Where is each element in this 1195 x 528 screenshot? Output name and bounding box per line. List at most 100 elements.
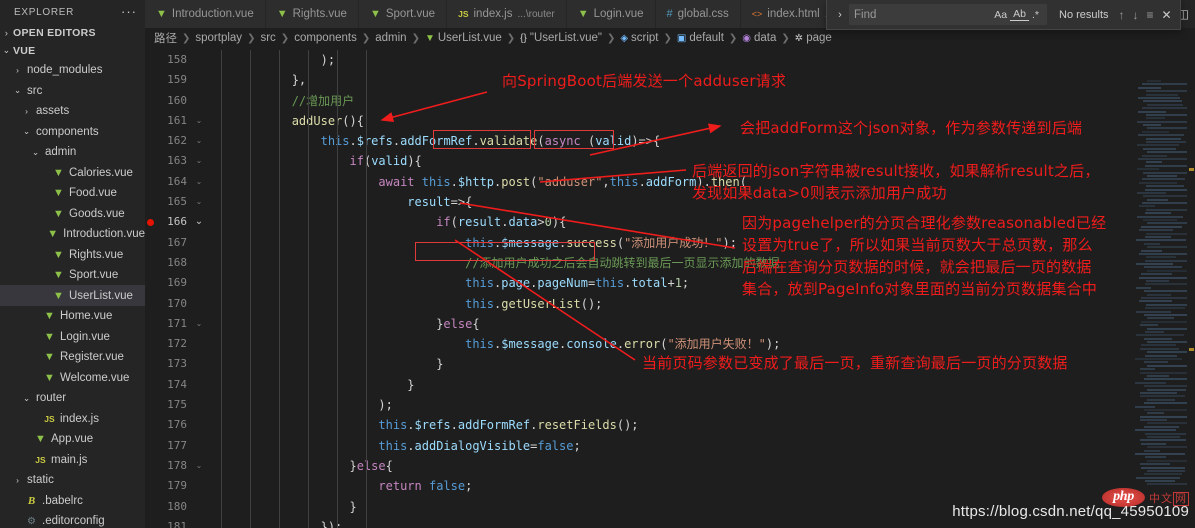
fold-chevron-icon[interactable]: ⌄ — [193, 172, 205, 192]
fold-chevron-icon[interactable]: ⌄ — [193, 192, 205, 212]
twisty-icon[interactable]: › — [11, 65, 24, 75]
fold-chevron-icon[interactable]: ⌄ — [193, 456, 205, 476]
file-tree-item[interactable]: ›▼ UserList.vue — [0, 285, 145, 306]
editor-tab[interactable]: ▼ Sport.vue — [358, 0, 448, 28]
minimap-line — [1140, 391, 1177, 394]
file-tree-item-label: src — [27, 84, 43, 97]
file-tree-item[interactable]: ›▼ Food.vue — [0, 183, 145, 204]
breadcrumb-item[interactable]: {} "UserList.vue" — [520, 32, 602, 44]
file-tree-item[interactable]: ›▼ Rights.vue — [0, 244, 145, 265]
minimap-line — [1144, 307, 1185, 310]
file-tree-item[interactable]: ›▼ Introduction.vue — [0, 224, 145, 245]
breadcrumb-item-label: src — [260, 32, 276, 44]
fold-chevron-icon[interactable]: ⌄ — [193, 111, 205, 131]
breadcrumb-item[interactable]: components — [294, 32, 357, 44]
file-tree-item[interactable]: ⌄ components — [0, 121, 145, 142]
editor-tab[interactable]: ▼ Login.vue — [566, 0, 656, 28]
breadcrumb[interactable]: 路径 ❯ sportplay ❯ src ❯ components ❯ admin ❯ ▼ UserL… — [145, 28, 1195, 48]
find-input[interactable]: Find Aa Ab .* — [849, 4, 1047, 25]
file-tree-item[interactable]: ›▼ Calories.vue — [0, 162, 145, 183]
gear-icon: ⚙ — [27, 515, 36, 527]
find-widget[interactable]: › Find Aa Ab .* No results ↑ ↓ ≡ ✕ — [826, 0, 1181, 30]
editor-tab-path-hint: ...\router — [517, 8, 555, 20]
match-case-icon[interactable]: Aa — [991, 9, 1010, 21]
breadcrumb-item[interactable]: ✲ page — [795, 32, 832, 44]
explorer-more-icon[interactable]: ··· — [121, 5, 137, 18]
chevron-down-icon: ⌄ — [2, 45, 11, 56]
line-number: 174 — [167, 377, 187, 391]
file-tree-item[interactable]: ›▼ Register.vue — [0, 347, 145, 368]
minimap-line — [1146, 222, 1189, 225]
editor-tab[interactable]: ▼ Introduction.vue — [145, 0, 266, 28]
minimap-line — [1136, 191, 1167, 194]
breadcrumb-item[interactable]: 路径 — [154, 30, 177, 46]
breadcrumb-item-label: script — [631, 32, 659, 44]
breadcrumb-item[interactable]: sportplay — [195, 32, 242, 44]
scrollbar-vertical[interactable] — [1187, 48, 1195, 528]
file-tree-item[interactable]: ›⚙ .editorconfig — [0, 511, 145, 528]
file-tree-item[interactable]: ⌄ admin — [0, 142, 145, 163]
file-tree-item[interactable]: ›B .babelrc — [0, 490, 145, 511]
fold-chevron-icon[interactable]: ⌄ — [193, 212, 205, 232]
file-tree-item[interactable]: ›▼ Sport.vue — [0, 265, 145, 286]
minimap-line — [1145, 141, 1186, 144]
breadcrumb-item-label: admin — [375, 32, 407, 44]
twisty-spacer: › — [20, 434, 33, 444]
breadcrumb-item[interactable]: src — [260, 32, 275, 44]
twisty-icon[interactable]: › — [11, 475, 24, 485]
file-tree-item[interactable]: ›▼ Welcome.vue — [0, 367, 145, 388]
regex-icon[interactable]: .* — [1029, 9, 1042, 21]
twisty-icon[interactable]: › — [20, 106, 33, 116]
find-expand-icon[interactable]: › — [831, 9, 849, 21]
code-line: ); — [378, 398, 393, 413]
line-number: 178 — [167, 458, 187, 472]
file-tree: › node_modules ⌄ src › assets ⌄ components ⌄ admi… — [0, 60, 145, 528]
file-tree-item[interactable]: ⌄ src — [0, 80, 145, 101]
breadcrumb-item[interactable]: ▣ default — [677, 32, 724, 44]
project-section[interactable]: ⌄ VUE — [0, 42, 145, 60]
file-tree-item[interactable]: ⌄ router — [0, 388, 145, 409]
file-tree-item[interactable]: › static — [0, 470, 145, 491]
twisty-icon[interactable]: ⌄ — [20, 393, 33, 404]
find-previous-icon[interactable]: ↑ — [1115, 8, 1129, 22]
editor-tab[interactable]: # global.css — [655, 0, 741, 28]
editor-tab[interactable]: JS index.js ...\router — [447, 0, 567, 28]
open-editors-section[interactable]: › OPEN EDITORS — [0, 25, 145, 43]
minimap-line — [1146, 198, 1168, 201]
breadcrumb-item[interactable]: ◈ script — [620, 32, 658, 44]
twisty-icon[interactable]: ⌄ — [29, 147, 42, 158]
file-tree-item[interactable]: ›▼ App.vue — [0, 429, 145, 450]
breadcrumb-separator: ❯ — [663, 32, 672, 44]
editor-tab-label: index.js — [473, 8, 513, 20]
file-tree-item[interactable]: ›JS main.js — [0, 449, 145, 470]
file-tree-item[interactable]: ›▼ Goods.vue — [0, 203, 145, 224]
breadcrumb-item[interactable]: ◉ data — [742, 32, 776, 44]
minimap-line — [1139, 324, 1159, 327]
file-tree-item[interactable]: › node_modules — [0, 60, 145, 81]
code-line: }else{ — [349, 458, 393, 473]
twisty-spacer: › — [38, 250, 51, 260]
twisty-icon[interactable]: ⌄ — [11, 85, 24, 96]
file-tree-item[interactable]: ›▼ Login.vue — [0, 326, 145, 347]
file-tree-item[interactable]: ›JS index.js — [0, 408, 145, 429]
find-next-icon[interactable]: ↓ — [1129, 8, 1143, 22]
editor-tab[interactable]: ▼ Rights.vue — [265, 0, 359, 28]
file-tree-item[interactable]: ›▼ Home.vue — [0, 306, 145, 327]
fold-chevron-icon[interactable]: ⌄ — [193, 151, 205, 171]
fold-chevron-icon[interactable]: ⌄ — [193, 314, 205, 334]
breadcrumb-item[interactable]: ▼ UserList.vue — [425, 32, 502, 44]
whole-word-icon[interactable]: Ab — [1010, 8, 1029, 21]
breakpoint-icon[interactable] — [147, 219, 154, 227]
close-icon[interactable]: ✕ — [1158, 8, 1176, 22]
breadcrumb-item[interactable]: admin — [375, 32, 406, 44]
fold-chevron-icon[interactable]: ⌄ — [193, 131, 205, 151]
minimap[interactable] — [1135, 80, 1195, 528]
code-line: this.addDialogVisible=false; — [378, 438, 581, 453]
find-in-selection-icon[interactable]: ≡ — [1143, 8, 1158, 22]
twisty-icon[interactable]: ⌄ — [20, 126, 33, 137]
minimap-line — [1138, 134, 1184, 137]
vue-file-icon: ▼ — [276, 8, 288, 20]
file-tree-item[interactable]: › assets — [0, 101, 145, 122]
fold-column[interactable]: ⌄⌄⌄⌄⌄⌄⌄⌄⌄⌄ — [193, 48, 205, 528]
